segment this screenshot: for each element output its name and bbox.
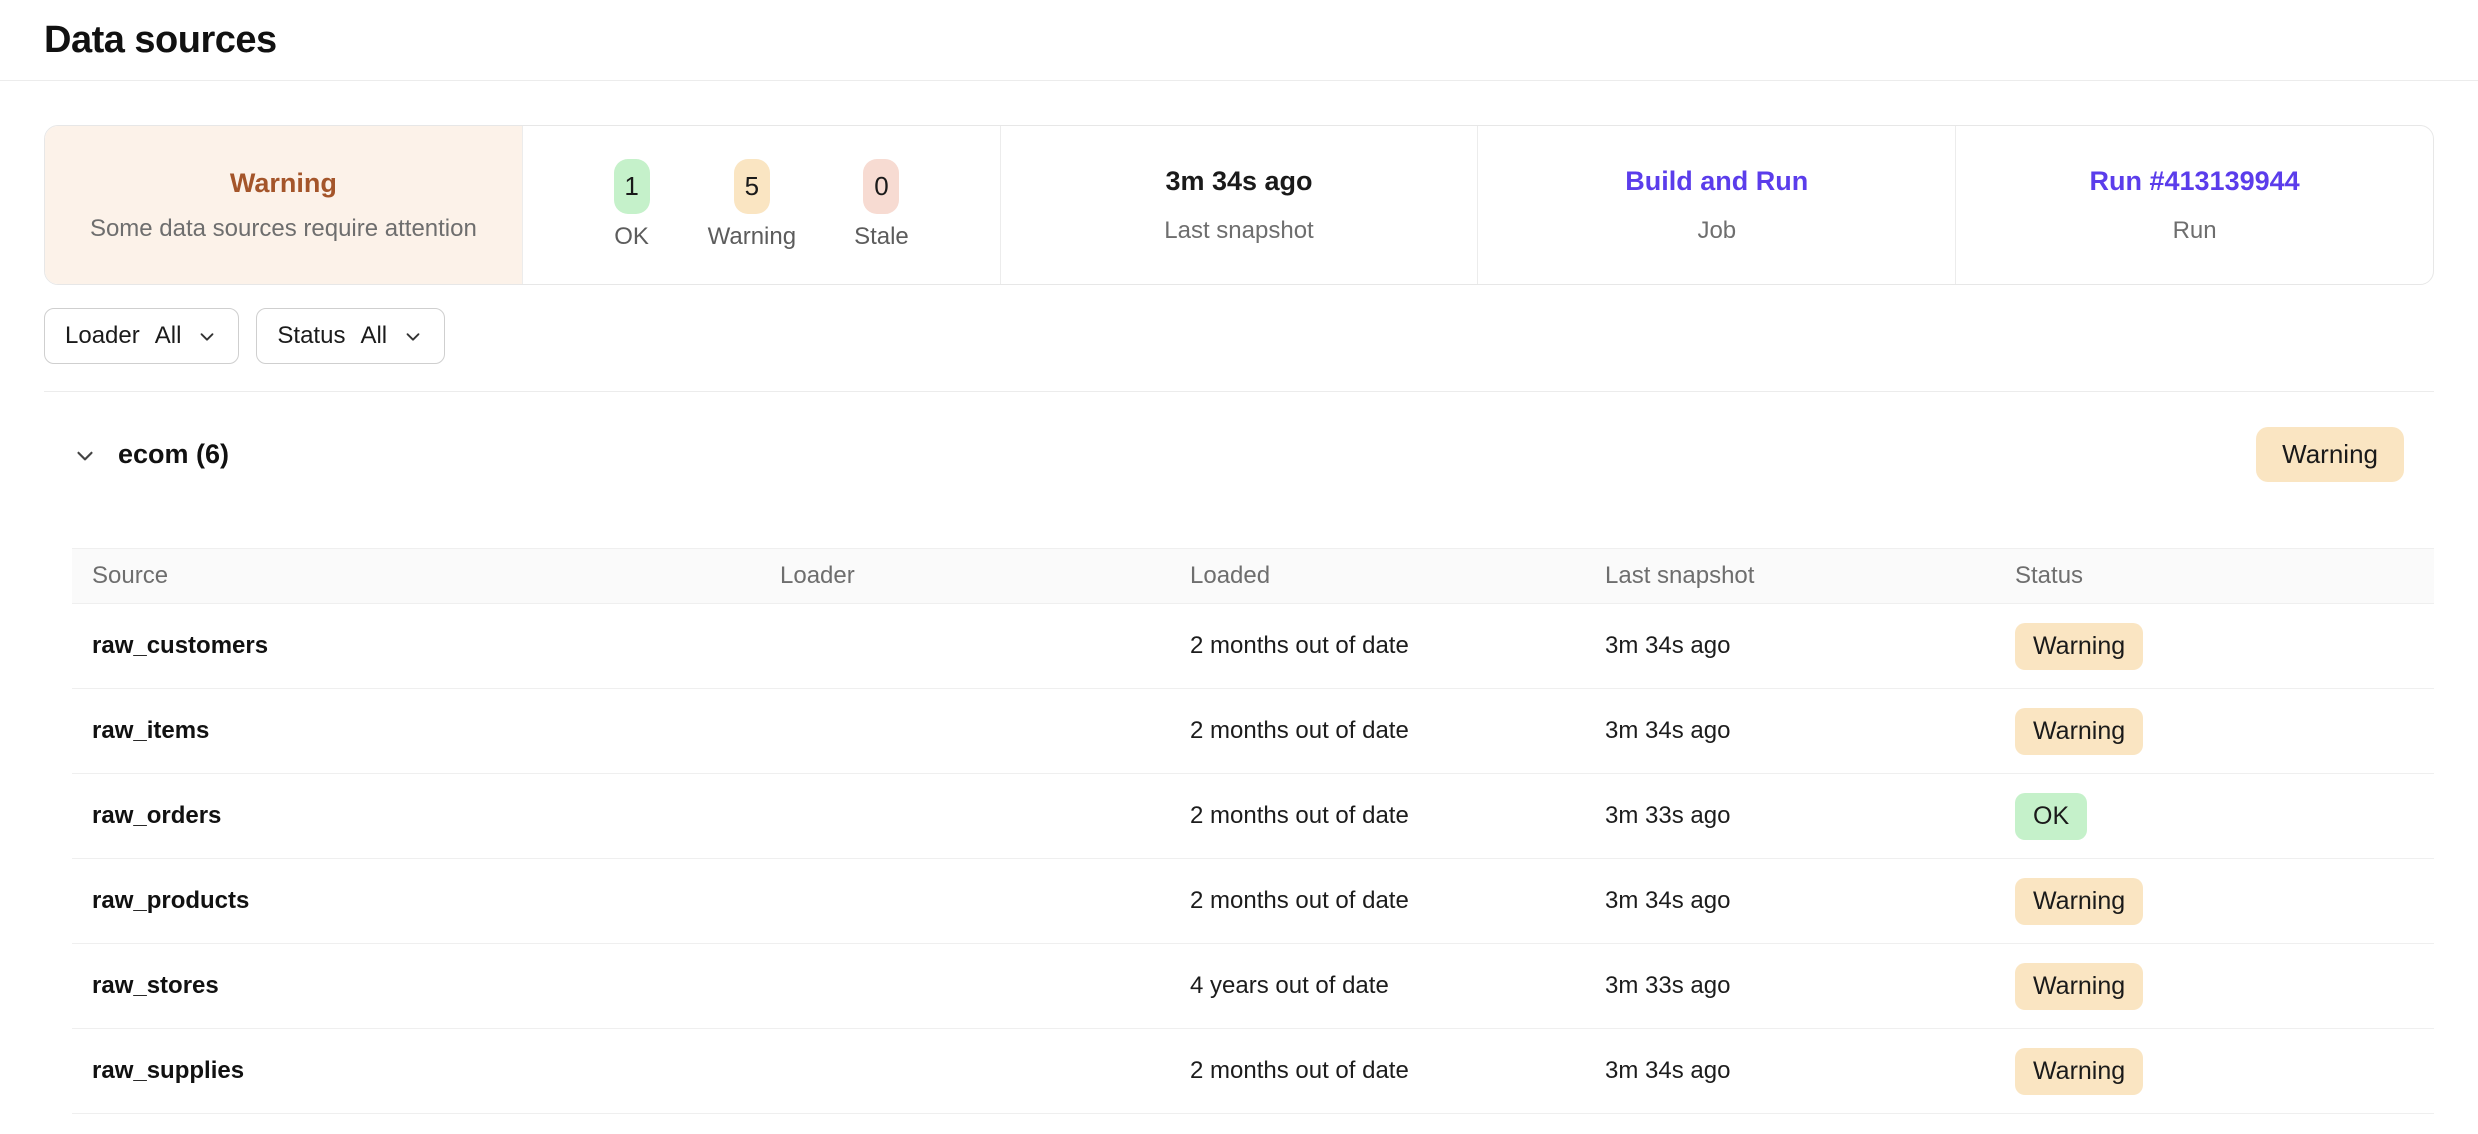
table-row[interactable]: raw_supplies 2 months out of date3m 34s a… xyxy=(72,1029,2434,1114)
data-sources-table: SourceLoaderLoadedLast snapshotStatus ra… xyxy=(72,548,2434,1114)
overall-status-title: Warning xyxy=(230,168,337,199)
table-row[interactable]: raw_stores 4 years out of date3m 33s agoW… xyxy=(72,944,2434,1029)
loader-filter-value: All xyxy=(155,322,182,350)
column-header-loaded: Loaded xyxy=(1190,562,1605,590)
status-cell: Warning xyxy=(2015,708,2434,755)
status-badge: OK xyxy=(2015,793,2087,840)
status-cell: Warning xyxy=(2015,1048,2434,1095)
run-section: Run #413139944 Run xyxy=(1956,126,2433,284)
job-section: Build and Run Job xyxy=(1478,126,1956,284)
chevron-down-icon xyxy=(196,325,218,347)
collapse-chevron-icon[interactable] xyxy=(72,442,98,468)
job-label: Job xyxy=(1697,217,1736,245)
loaded-cell: 2 months out of date xyxy=(1190,1057,1605,1085)
stat-ok-label: OK xyxy=(614,223,649,251)
loader-filter-dropdown[interactable]: Loader All xyxy=(44,308,239,364)
status-badge: Warning xyxy=(2015,963,2143,1010)
group-header-ecom[interactable]: ecom (6) Warning xyxy=(44,392,2404,482)
status-filter-label: Status xyxy=(277,322,345,350)
filter-bar: Loader All Status All xyxy=(44,308,2478,364)
status-counts-section: 1 OK 5 Warning 0 Stale xyxy=(523,126,1001,284)
page-header: Data sources xyxy=(0,0,2478,81)
column-header-last-snapshot: Last snapshot xyxy=(1605,562,2015,590)
overall-status-card: Warning Some data sources require attent… xyxy=(45,126,523,284)
stat-warning-label: Warning xyxy=(708,223,796,251)
loaded-cell: 2 months out of date xyxy=(1190,887,1605,915)
column-header-status: Status xyxy=(2015,562,2434,590)
loaded-cell: 2 months out of date xyxy=(1190,632,1605,660)
page-title: Data sources xyxy=(44,19,277,62)
group-name: ecom (6) xyxy=(118,439,229,470)
last-snapshot-cell: 3m 33s ago xyxy=(1605,802,2015,830)
group-status-badge: Warning xyxy=(2256,427,2404,482)
stat-stale-label: Stale xyxy=(854,223,909,251)
source-cell: raw_products xyxy=(92,887,780,915)
last-snapshot-cell: 3m 33s ago xyxy=(1605,972,2015,1000)
last-snapshot-value: 3m 34s ago xyxy=(1165,166,1312,197)
stat-warning: 5 Warning xyxy=(708,159,796,251)
status-filter-value: All xyxy=(360,322,387,350)
status-badge: Warning xyxy=(2015,623,2143,670)
loaded-cell: 2 months out of date xyxy=(1190,802,1605,830)
last-snapshot-cell: 3m 34s ago xyxy=(1605,887,2015,915)
source-cell: raw_supplies xyxy=(92,1057,780,1085)
last-snapshot-cell: 3m 34s ago xyxy=(1605,632,2015,660)
status-badge: Warning xyxy=(2015,708,2143,755)
chevron-down-icon xyxy=(402,325,424,347)
last-snapshot-cell: 3m 34s ago xyxy=(1605,1057,2015,1085)
status-cell: OK xyxy=(2015,793,2434,840)
table-row[interactable]: raw_orders 2 months out of date3m 33s ago… xyxy=(72,774,2434,859)
status-counts: 1 OK 5 Warning 0 Stale xyxy=(614,159,909,251)
table-row[interactable]: raw_customers 2 months out of date3m 34s … xyxy=(72,604,2434,689)
stat-ok-count: 1 xyxy=(614,159,650,214)
source-cell: raw_items xyxy=(92,717,780,745)
loaded-cell: 2 months out of date xyxy=(1190,717,1605,745)
last-snapshot-cell: 3m 34s ago xyxy=(1605,717,2015,745)
last-snapshot-section: 3m 34s ago Last snapshot xyxy=(1001,126,1479,284)
status-cell: Warning xyxy=(2015,623,2434,670)
job-link[interactable]: Build and Run xyxy=(1625,166,1808,197)
status-filter-dropdown[interactable]: Status All xyxy=(256,308,445,364)
column-header-loader: Loader xyxy=(780,562,1190,590)
status-badge: Warning xyxy=(2015,878,2143,925)
run-label: Run xyxy=(2173,217,2217,245)
status-cell: Warning xyxy=(2015,963,2434,1010)
table-row[interactable]: raw_items 2 months out of date3m 34s agoW… xyxy=(72,689,2434,774)
column-header-source: Source xyxy=(92,562,780,590)
source-cell: raw_stores xyxy=(92,972,780,1000)
loaded-cell: 4 years out of date xyxy=(1190,972,1605,1000)
status-cell: Warning xyxy=(2015,878,2434,925)
status-badge: Warning xyxy=(2015,1048,2143,1095)
stat-warning-count: 5 xyxy=(734,159,770,214)
table-header-row: SourceLoaderLoadedLast snapshotStatus xyxy=(72,548,2434,604)
last-snapshot-label: Last snapshot xyxy=(1164,217,1313,245)
table-row[interactable]: raw_products 2 months out of date3m 34s a… xyxy=(72,859,2434,944)
summary-bar: Warning Some data sources require attent… xyxy=(44,125,2434,285)
table-body: raw_customers2 months out of date3m 34s … xyxy=(72,604,2434,1114)
source-cell: raw_orders xyxy=(92,802,780,830)
stat-ok: 1 OK xyxy=(614,159,650,251)
loader-filter-label: Loader xyxy=(65,322,140,350)
source-cell: raw_customers xyxy=(92,632,780,660)
stat-stale: 0 Stale xyxy=(854,159,909,251)
run-link[interactable]: Run #413139944 xyxy=(2090,166,2300,197)
overall-status-subtitle: Some data sources require attention xyxy=(90,215,477,243)
stat-stale-count: 0 xyxy=(863,159,899,214)
